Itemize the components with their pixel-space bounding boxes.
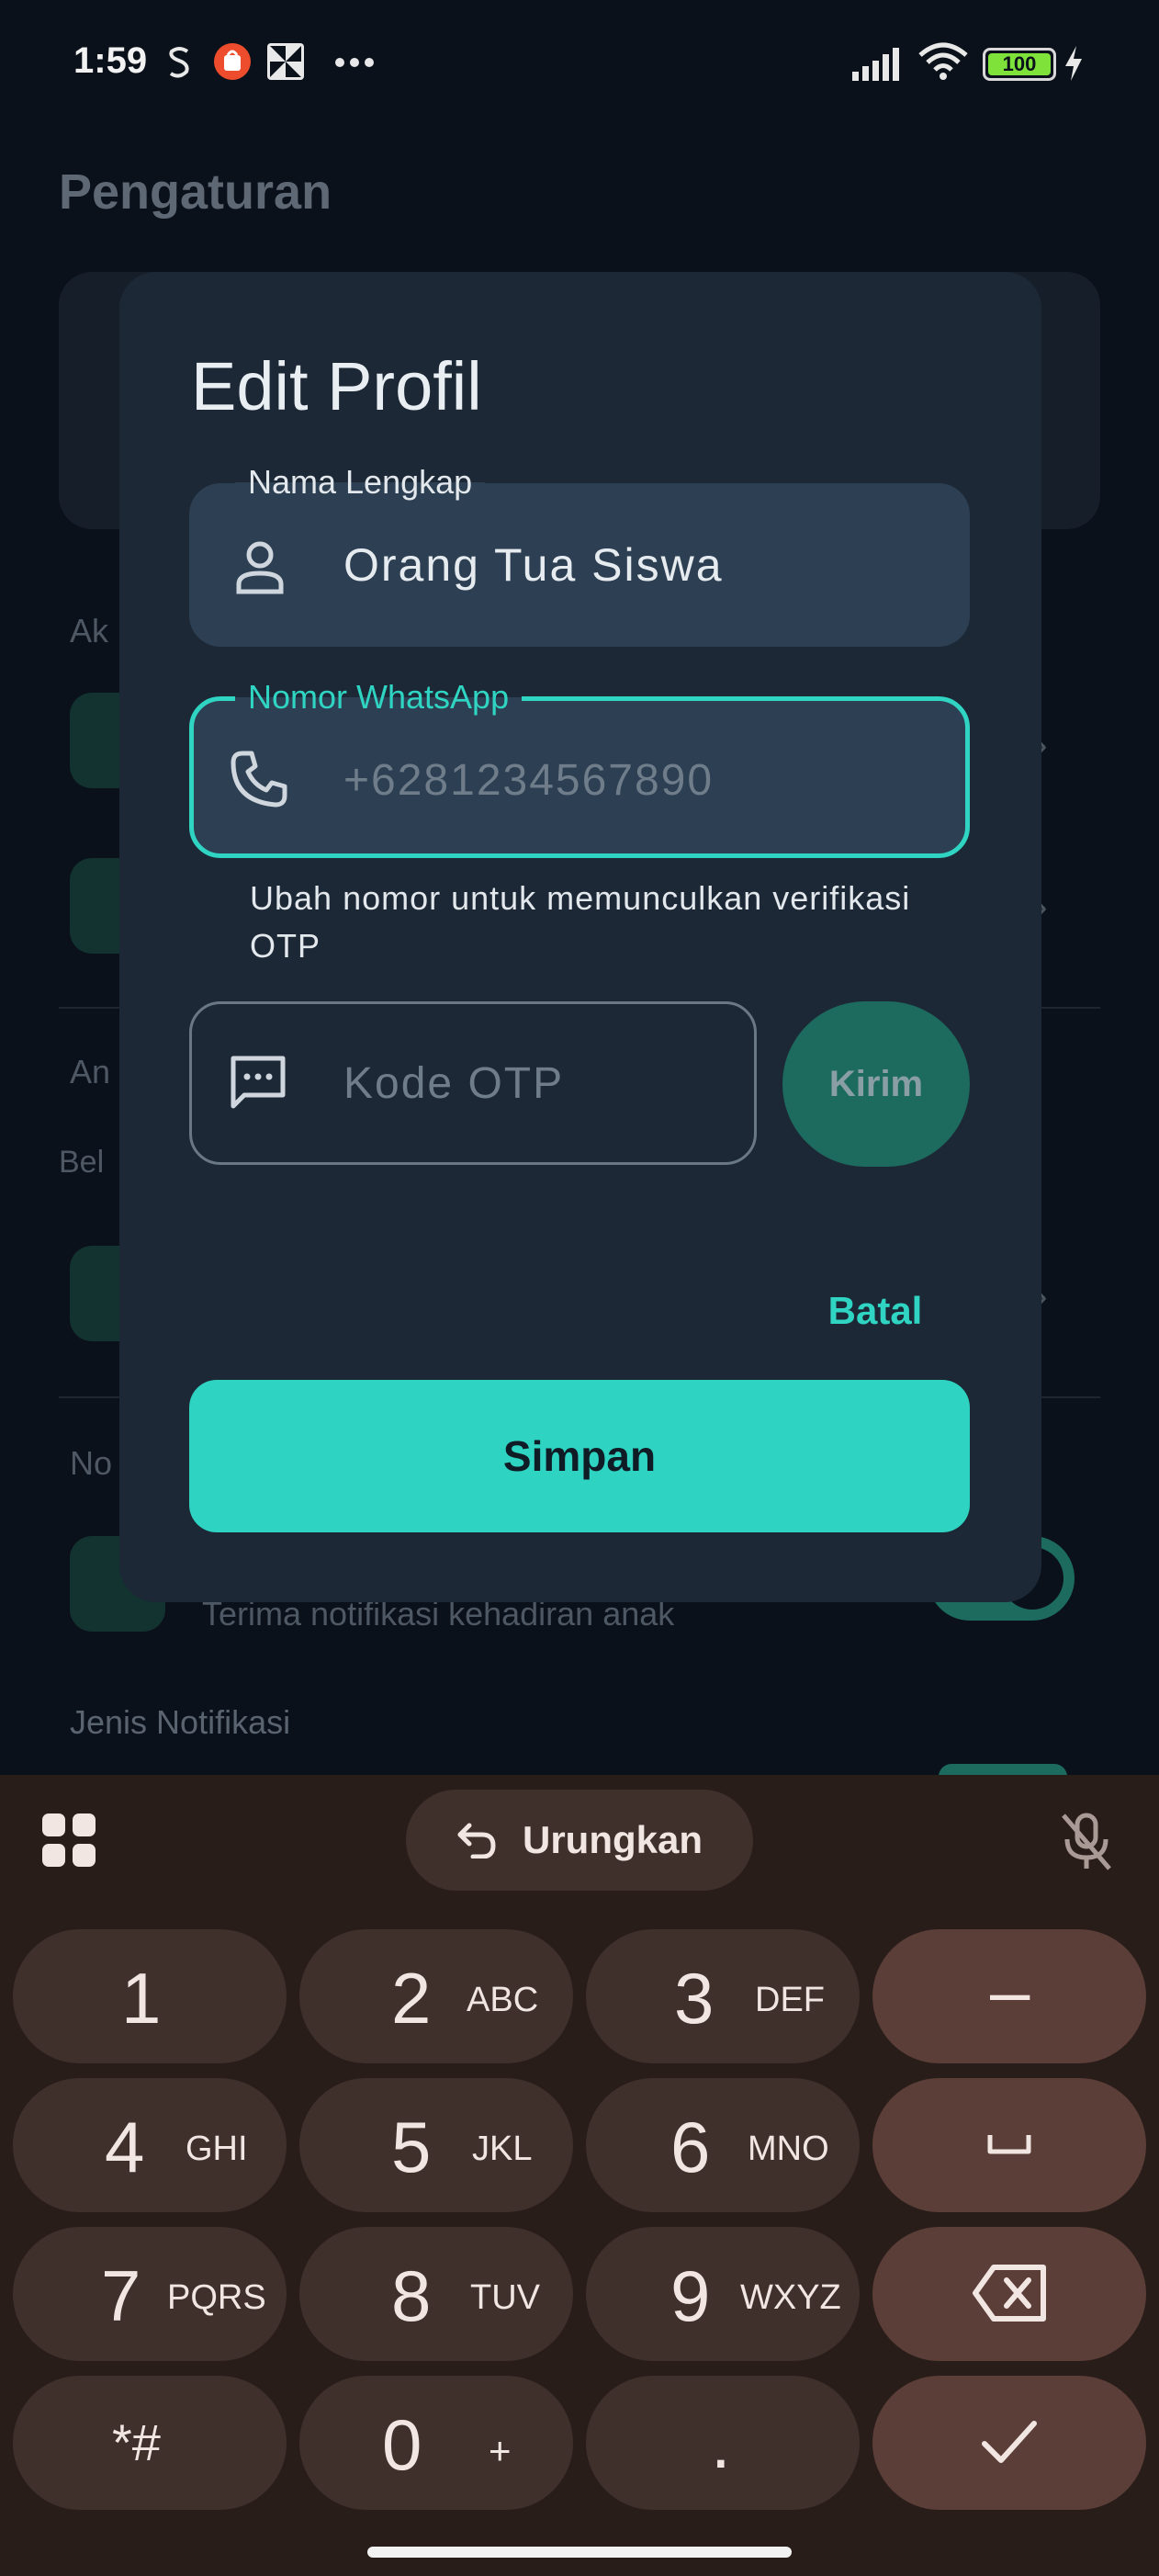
key-2[interactable]: 2 ABC bbox=[299, 1929, 573, 2063]
section-label-notification: No bbox=[70, 1444, 113, 1482]
backspace-icon bbox=[973, 2265, 1046, 2322]
key-7[interactable]: 7 PQRS bbox=[13, 2227, 287, 2361]
done-key[interactable] bbox=[872, 2376, 1146, 2510]
undo-icon bbox=[457, 1823, 496, 1859]
page-title: Pengaturan bbox=[59, 164, 332, 220]
wifi-icon bbox=[918, 42, 968, 80]
bolt-icon bbox=[1065, 46, 1082, 81]
space-icon bbox=[987, 2135, 1031, 2154]
mic-off-icon[interactable] bbox=[1058, 1812, 1115, 1872]
apps-grid-icon[interactable] bbox=[40, 1812, 97, 1869]
backspace-key[interactable] bbox=[872, 2227, 1146, 2361]
pinwheel-icon bbox=[267, 43, 304, 80]
signal-bars-icon bbox=[852, 48, 899, 81]
dialog-title: Edit Profil bbox=[191, 348, 482, 424]
battery-level: 100 bbox=[988, 52, 1051, 75]
otp-field-placeholder[interactable]: Kode OTP bbox=[343, 1058, 564, 1109]
name-field-label: Nama Lengkap bbox=[235, 463, 486, 502]
send-otp-button[interactable]: Kirim bbox=[782, 1001, 970, 1167]
s-shaped-icon bbox=[169, 47, 189, 78]
key-6[interactable]: 6 MNO bbox=[586, 2078, 860, 2212]
save-button[interactable]: Simpan bbox=[189, 1380, 970, 1532]
message-icon bbox=[231, 1056, 286, 1109]
name-field-value[interactable]: Orang Tua Siswa bbox=[343, 538, 724, 592]
battery-indicator: 100 bbox=[983, 48, 1056, 81]
shopee-icon bbox=[214, 43, 251, 80]
key-dot[interactable]: . bbox=[586, 2376, 860, 2510]
undo-button[interactable]: Urungkan bbox=[406, 1790, 753, 1891]
status-bar: 1:59 100 bbox=[0, 0, 1159, 129]
section-sublabel: Bel bbox=[59, 1145, 105, 1180]
key-0[interactable]: 0 + bbox=[299, 2376, 573, 2510]
phone-field-label: Nomor WhatsApp bbox=[235, 678, 523, 717]
check-icon bbox=[982, 2421, 1037, 2463]
person-icon bbox=[236, 541, 284, 594]
key-9[interactable]: 9 WXYZ bbox=[586, 2227, 860, 2361]
section-label-account: Ak bbox=[70, 612, 109, 650]
status-time: 1:59 bbox=[73, 40, 148, 81]
key-4[interactable]: 4 GHI bbox=[13, 2078, 287, 2212]
space-key[interactable] bbox=[872, 2078, 1146, 2212]
dash-key[interactable]: – bbox=[872, 1929, 1146, 2063]
phone-field-placeholder[interactable]: +6281234567890 bbox=[343, 755, 714, 806]
phone-helper-text: Ubah nomor untuk memunculkan verifikasi … bbox=[250, 879, 911, 965]
notification-types-label: Jenis Notifikasi bbox=[70, 1703, 291, 1741]
key-5[interactable]: 5 JKL bbox=[299, 2078, 573, 2212]
key-8[interactable]: 8 TUV bbox=[299, 2227, 573, 2361]
key-star-hash[interactable]: *# bbox=[13, 2376, 287, 2510]
section-label-child: An bbox=[70, 1053, 111, 1090]
more-dots-icon bbox=[335, 58, 374, 67]
undo-label: Urungkan bbox=[522, 1818, 703, 1861]
home-indicator[interactable] bbox=[367, 2547, 792, 2558]
key-3[interactable]: 3 DEF bbox=[586, 1929, 860, 2063]
key-1[interactable]: 1 bbox=[13, 1929, 287, 2063]
cancel-button[interactable]: Batal bbox=[806, 1279, 944, 1343]
phone-icon bbox=[231, 751, 287, 808]
